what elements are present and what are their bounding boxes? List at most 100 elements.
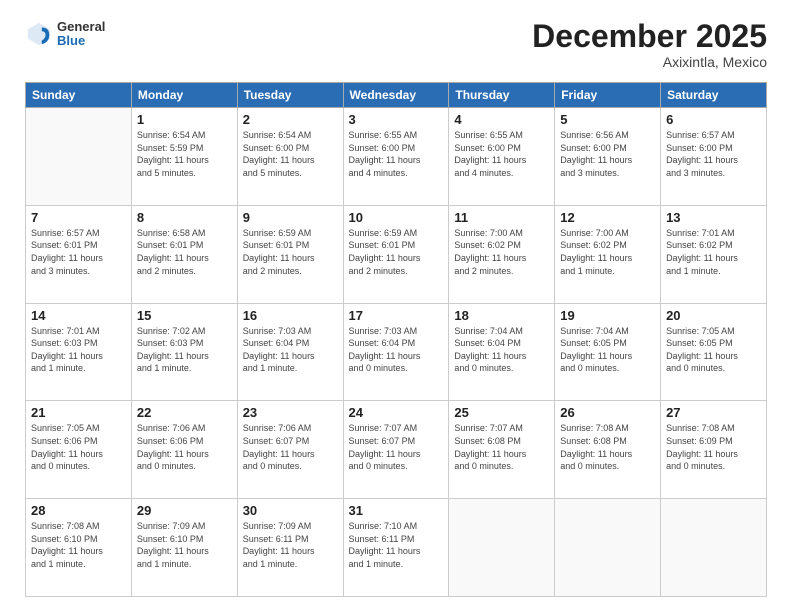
- day-number: 5: [560, 112, 655, 127]
- day-info: Sunrise: 7:09 AM Sunset: 6:11 PM Dayligh…: [243, 520, 338, 570]
- day-info: Sunrise: 7:00 AM Sunset: 6:02 PM Dayligh…: [560, 227, 655, 277]
- day-info: Sunrise: 7:08 AM Sunset: 6:09 PM Dayligh…: [666, 422, 761, 472]
- table-row: 15 Sunrise: 7:02 AM Sunset: 6:03 PM Dayli…: [131, 303, 237, 401]
- day-number: 22: [137, 405, 232, 420]
- week-row-5: 28 Sunrise: 7:08 AM Sunset: 6:10 PM Dayli…: [26, 499, 767, 597]
- day-info: Sunrise: 6:54 AM Sunset: 5:59 PM Dayligh…: [137, 129, 232, 179]
- col-tuesday: Tuesday: [237, 83, 343, 108]
- day-info: Sunrise: 7:07 AM Sunset: 6:07 PM Dayligh…: [349, 422, 444, 472]
- logo-general-text: General: [57, 20, 105, 34]
- week-row-4: 21 Sunrise: 7:05 AM Sunset: 6:06 PM Dayli…: [26, 401, 767, 499]
- day-info: Sunrise: 7:05 AM Sunset: 6:06 PM Dayligh…: [31, 422, 126, 472]
- day-info: Sunrise: 7:08 AM Sunset: 6:10 PM Dayligh…: [31, 520, 126, 570]
- day-info: Sunrise: 6:54 AM Sunset: 6:00 PM Dayligh…: [243, 129, 338, 179]
- day-info: Sunrise: 6:56 AM Sunset: 6:00 PM Dayligh…: [560, 129, 655, 179]
- day-info: Sunrise: 7:08 AM Sunset: 6:08 PM Dayligh…: [560, 422, 655, 472]
- page: General Blue December 2025 Axixintla, Me…: [0, 0, 792, 612]
- col-friday: Friday: [555, 83, 661, 108]
- day-number: 1: [137, 112, 232, 127]
- day-number: 19: [560, 308, 655, 323]
- day-info: Sunrise: 7:05 AM Sunset: 6:05 PM Dayligh…: [666, 325, 761, 375]
- table-row: 20 Sunrise: 7:05 AM Sunset: 6:05 PM Dayli…: [661, 303, 767, 401]
- table-row: 10 Sunrise: 6:59 AM Sunset: 6:01 PM Dayli…: [343, 205, 449, 303]
- table-row: 11Sunrise: 7:00 AM Sunset: 6:02 PM Dayli…: [449, 205, 555, 303]
- day-info: Sunrise: 6:59 AM Sunset: 6:01 PM Dayligh…: [243, 227, 338, 277]
- table-row: 21 Sunrise: 7:05 AM Sunset: 6:06 PM Dayli…: [26, 401, 132, 499]
- header: General Blue December 2025 Axixintla, Me…: [25, 20, 767, 70]
- day-info: Sunrise: 7:10 AM Sunset: 6:11 PM Dayligh…: [349, 520, 444, 570]
- day-number: 13: [666, 210, 761, 225]
- day-number: 26: [560, 405, 655, 420]
- day-number: 3: [349, 112, 444, 127]
- day-number: 8: [137, 210, 232, 225]
- table-row: 28 Sunrise: 7:08 AM Sunset: 6:10 PM Dayli…: [26, 499, 132, 597]
- table-row: 6Sunrise: 6:57 AM Sunset: 6:00 PM Daylig…: [661, 108, 767, 206]
- logo-blue-text: Blue: [57, 34, 105, 48]
- day-number: 28: [31, 503, 126, 518]
- day-info: Sunrise: 6:57 AM Sunset: 6:01 PM Dayligh…: [31, 227, 126, 277]
- day-number: 14: [31, 308, 126, 323]
- table-row: 2 Sunrise: 6:54 AM Sunset: 6:00 PM Daylig…: [237, 108, 343, 206]
- day-info: Sunrise: 7:04 AM Sunset: 6:04 PM Dayligh…: [454, 325, 549, 375]
- table-row: 22Sunrise: 7:06 AM Sunset: 6:06 PM Dayli…: [131, 401, 237, 499]
- title-area: December 2025 Axixintla, Mexico: [532, 20, 767, 70]
- table-row: 31 Sunrise: 7:10 AM Sunset: 6:11 PM Dayli…: [343, 499, 449, 597]
- col-sunday: Sunday: [26, 83, 132, 108]
- month-title: December 2025: [532, 20, 767, 52]
- day-number: 21: [31, 405, 126, 420]
- table-row: 26 Sunrise: 7:08 AM Sunset: 6:08 PM Dayli…: [555, 401, 661, 499]
- day-number: 10: [349, 210, 444, 225]
- table-row: [449, 499, 555, 597]
- day-number: 11: [454, 210, 549, 225]
- table-row: 18Sunrise: 7:04 AM Sunset: 6:04 PM Dayli…: [449, 303, 555, 401]
- logo-text: General Blue: [57, 20, 105, 49]
- col-thursday: Thursday: [449, 83, 555, 108]
- day-number: 25: [454, 405, 549, 420]
- day-number: 16: [243, 308, 338, 323]
- table-row: 23Sunrise: 7:06 AM Sunset: 6:07 PM Dayli…: [237, 401, 343, 499]
- calendar-header-row: Sunday Monday Tuesday Wednesday Thursday…: [26, 83, 767, 108]
- day-info: Sunrise: 7:03 AM Sunset: 6:04 PM Dayligh…: [349, 325, 444, 375]
- table-row: [26, 108, 132, 206]
- table-row: [661, 499, 767, 597]
- table-row: 8 Sunrise: 6:58 AM Sunset: 6:01 PM Daylig…: [131, 205, 237, 303]
- day-number: 24: [349, 405, 444, 420]
- day-info: Sunrise: 6:57 AM Sunset: 6:00 PM Dayligh…: [666, 129, 761, 179]
- day-info: Sunrise: 6:59 AM Sunset: 6:01 PM Dayligh…: [349, 227, 444, 277]
- day-number: 15: [137, 308, 232, 323]
- col-saturday: Saturday: [661, 83, 767, 108]
- week-row-3: 14 Sunrise: 7:01 AM Sunset: 6:03 PM Dayli…: [26, 303, 767, 401]
- day-info: Sunrise: 7:01 AM Sunset: 6:02 PM Dayligh…: [666, 227, 761, 277]
- table-row: 16Sunrise: 7:03 AM Sunset: 6:04 PM Dayli…: [237, 303, 343, 401]
- day-number: 9: [243, 210, 338, 225]
- table-row: 1 Sunrise: 6:54 AM Sunset: 5:59 PM Daylig…: [131, 108, 237, 206]
- table-row: 13 Sunrise: 7:01 AM Sunset: 6:02 PM Dayli…: [661, 205, 767, 303]
- table-row: [555, 499, 661, 597]
- logo: General Blue: [25, 20, 105, 49]
- day-number: 23: [243, 405, 338, 420]
- table-row: 27Sunrise: 7:08 AM Sunset: 6:09 PM Dayli…: [661, 401, 767, 499]
- day-info: Sunrise: 6:55 AM Sunset: 6:00 PM Dayligh…: [454, 129, 549, 179]
- day-number: 20: [666, 308, 761, 323]
- day-number: 30: [243, 503, 338, 518]
- day-number: 4: [454, 112, 549, 127]
- day-info: Sunrise: 7:01 AM Sunset: 6:03 PM Dayligh…: [31, 325, 126, 375]
- table-row: 3 Sunrise: 6:55 AM Sunset: 6:00 PM Daylig…: [343, 108, 449, 206]
- logo-icon: [25, 20, 53, 48]
- day-number: 17: [349, 308, 444, 323]
- day-number: 31: [349, 503, 444, 518]
- week-row-1: 1 Sunrise: 6:54 AM Sunset: 5:59 PM Daylig…: [26, 108, 767, 206]
- table-row: 30 Sunrise: 7:09 AM Sunset: 6:11 PM Dayli…: [237, 499, 343, 597]
- day-number: 7: [31, 210, 126, 225]
- table-row: 7 Sunrise: 6:57 AM Sunset: 6:01 PM Daylig…: [26, 205, 132, 303]
- table-row: 17 Sunrise: 7:03 AM Sunset: 6:04 PM Dayli…: [343, 303, 449, 401]
- table-row: 29Sunrise: 7:09 AM Sunset: 6:10 PM Dayli…: [131, 499, 237, 597]
- calendar-table: Sunday Monday Tuesday Wednesday Thursday…: [25, 82, 767, 597]
- day-number: 29: [137, 503, 232, 518]
- day-info: Sunrise: 6:58 AM Sunset: 6:01 PM Dayligh…: [137, 227, 232, 277]
- day-number: 2: [243, 112, 338, 127]
- table-row: 12Sunrise: 7:00 AM Sunset: 6:02 PM Dayli…: [555, 205, 661, 303]
- day-info: Sunrise: 6:55 AM Sunset: 6:00 PM Dayligh…: [349, 129, 444, 179]
- day-info: Sunrise: 7:04 AM Sunset: 6:05 PM Dayligh…: [560, 325, 655, 375]
- day-info: Sunrise: 7:02 AM Sunset: 6:03 PM Dayligh…: [137, 325, 232, 375]
